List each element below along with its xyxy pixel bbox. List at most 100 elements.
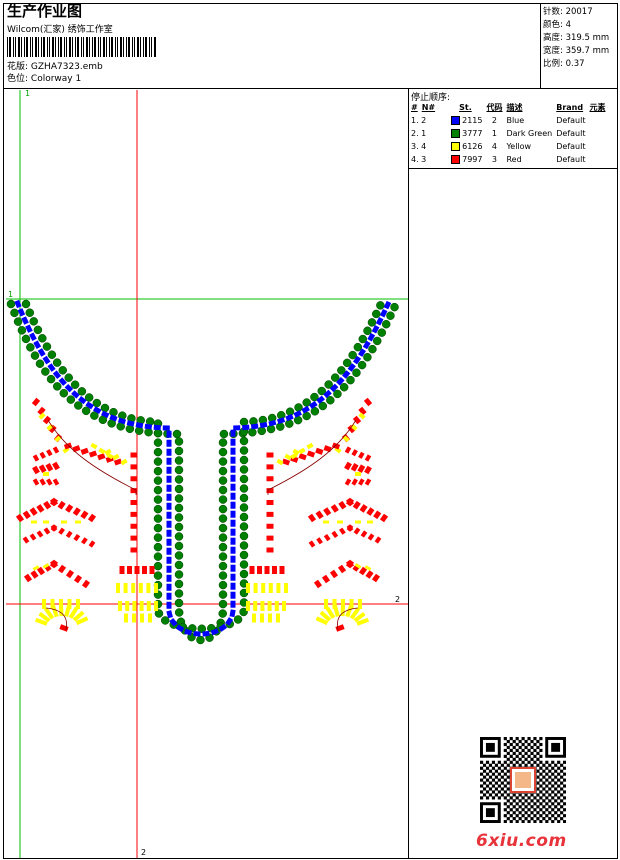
motif-stitch bbox=[298, 447, 306, 455]
neckline-stitch-blue bbox=[166, 538, 172, 546]
neckline-stitch-green bbox=[239, 455, 249, 465]
right-border bbox=[617, 3, 618, 859]
motif-stitch bbox=[32, 478, 40, 486]
neckline-stitch-green bbox=[239, 550, 249, 560]
neckline-stitch-blue bbox=[230, 537, 236, 545]
motif-stitch bbox=[272, 566, 277, 574]
motif-stitch bbox=[130, 523, 138, 529]
neckline-stitch-blue bbox=[202, 630, 210, 637]
motif-stitch bbox=[350, 463, 359, 472]
neckline-stitch-green bbox=[6, 299, 16, 309]
neckline-stitch-blue bbox=[233, 425, 241, 431]
motif-stitch bbox=[337, 520, 343, 524]
neckline-stitch-green bbox=[174, 465, 184, 475]
motif-stitch bbox=[59, 599, 63, 609]
motif-stitch bbox=[367, 533, 375, 541]
motif-stitch bbox=[73, 574, 83, 584]
motif-stitch bbox=[249, 566, 255, 574]
motif-stitch bbox=[355, 472, 361, 476]
neckline-stitch-blue bbox=[230, 564, 236, 572]
motif-stitch bbox=[50, 524, 58, 532]
motif-stitch bbox=[154, 601, 158, 611]
stop-table-header: # N# St. 代码 描述 Brand 元素 bbox=[411, 103, 606, 112]
motif-stitch bbox=[76, 599, 80, 609]
motif-stitch bbox=[142, 566, 147, 574]
motif-stitch bbox=[371, 573, 381, 583]
stop-table-divider bbox=[408, 168, 618, 169]
motif-stitch bbox=[276, 583, 281, 593]
neckline-stitch-green bbox=[174, 446, 184, 456]
neckline-stitch-blue bbox=[166, 592, 172, 600]
motif-stitch bbox=[98, 447, 106, 455]
motif-stitch bbox=[61, 520, 67, 524]
motif-stitch bbox=[139, 601, 144, 611]
neckline-stitch-green bbox=[357, 360, 367, 370]
neckline-stitch-green bbox=[81, 406, 91, 416]
motif-stitch bbox=[365, 570, 374, 579]
motif-stitch bbox=[46, 449, 53, 457]
motif-stitch bbox=[90, 442, 98, 450]
motif-stitch bbox=[363, 397, 373, 407]
neckline-stitch-green bbox=[348, 350, 357, 360]
neckline-stitch-blue bbox=[153, 424, 161, 431]
motif-stitch bbox=[43, 527, 51, 535]
neckline-stitch-green bbox=[239, 493, 249, 503]
motif-stitch bbox=[260, 613, 264, 623]
motif-stitch bbox=[306, 442, 314, 450]
neckline-stitch-green bbox=[153, 514, 163, 523]
motif-stitch bbox=[80, 447, 89, 455]
neckline-stitch-green bbox=[239, 560, 249, 569]
stop-sequence-table: # N# St. 代码 描述 Brand 元素 1. 2 2115 2 Blue… bbox=[409, 101, 607, 166]
neckline-stitch-blue bbox=[229, 609, 236, 618]
motif-stitch bbox=[360, 530, 368, 538]
neckline-stitch-green bbox=[172, 429, 182, 439]
neckline-stitch-green bbox=[174, 570, 184, 579]
stop-row-3: 3. 4 6126 4 Yellow Default bbox=[411, 142, 586, 151]
thread-swatch-green bbox=[451, 129, 461, 138]
neckline-stitch-blue bbox=[166, 601, 172, 609]
neckline-stitch-green bbox=[26, 343, 35, 352]
design-file-label: 花版: GZHA7323.emb bbox=[7, 62, 103, 72]
neckline-stitch-green bbox=[390, 302, 399, 312]
motif-stitch bbox=[261, 583, 266, 593]
motif-stitch bbox=[332, 599, 337, 609]
motif-stitch bbox=[268, 613, 272, 623]
neckline-stitch-green bbox=[367, 318, 377, 327]
motif-stitch bbox=[118, 601, 122, 611]
motif-stitch bbox=[88, 450, 98, 458]
motif-stitch bbox=[344, 461, 352, 471]
neckline-stitch-green bbox=[285, 419, 294, 428]
neckline-stitch-blue bbox=[166, 439, 172, 447]
motif-stitch bbox=[65, 569, 75, 579]
neckline-stitch-green bbox=[218, 476, 228, 485]
motif-stitch bbox=[358, 478, 365, 486]
motif-stitch bbox=[32, 465, 40, 475]
neckline-stitch-green bbox=[333, 389, 342, 399]
neckline-stitch-green bbox=[153, 485, 163, 495]
motif-stitch bbox=[313, 579, 323, 589]
motif-stitch bbox=[316, 537, 323, 545]
floral-motifs bbox=[15, 397, 389, 632]
neckline-stitch-green bbox=[381, 319, 391, 329]
neckline-stitch-green bbox=[174, 503, 184, 513]
neckline-stitch-blue bbox=[230, 582, 236, 590]
neckline-stitch-blue bbox=[166, 565, 172, 573]
neckline-border bbox=[6, 299, 399, 645]
connector-thread bbox=[267, 419, 357, 495]
motif-stitch bbox=[374, 536, 382, 544]
neckline-stitch-green bbox=[239, 522, 249, 531]
neckline-stitch-blue bbox=[144, 423, 153, 430]
neckline-stitch-green bbox=[13, 317, 23, 326]
stop-row-4: 4. 3 7997 3 Red Default bbox=[411, 155, 586, 164]
neckline-stitch-green bbox=[376, 301, 385, 310]
motif-stitch bbox=[373, 510, 382, 520]
neckline-stitch-green bbox=[218, 466, 228, 476]
motif-stitch bbox=[36, 504, 45, 513]
motif-stitch bbox=[125, 601, 130, 611]
neckline-stitch-green bbox=[77, 387, 87, 396]
neckline-stitch-green bbox=[17, 326, 27, 335]
motif-stitch bbox=[119, 566, 125, 574]
stop-row-2: 2. 1 3777 1 Dark Green Default bbox=[411, 129, 586, 138]
neckline-stitch-green bbox=[153, 504, 163, 514]
motif-stitch bbox=[31, 520, 37, 524]
